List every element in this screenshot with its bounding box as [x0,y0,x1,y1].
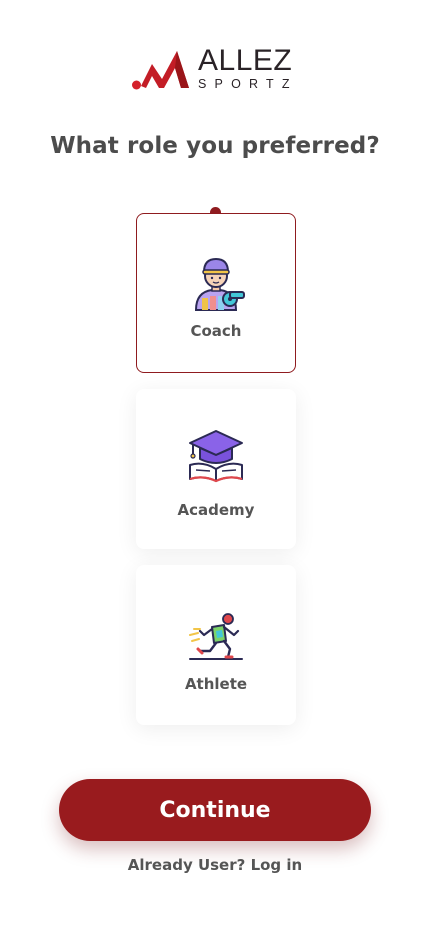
allez-logo-mark-icon [132,51,189,90]
role-card-academy[interactable]: Academy [136,389,296,549]
brand-name: ALLEZ [198,44,293,77]
role-label-athlete: Athlete [184,675,248,693]
graduation-cap-book-icon [189,430,243,483]
continue-button[interactable]: Continue [59,779,371,841]
role-label-coach: Coach [190,322,242,340]
coach-icon [194,257,245,311]
role-label-academy: Academy [177,501,255,519]
login-link[interactable]: Log in [251,856,303,874]
login-prompt-row: Already User? Log in [0,856,430,874]
role-card-athlete[interactable]: Athlete [136,565,296,725]
brand-logo: ALLEZ SPORTZ [132,46,302,94]
running-athlete-icon [189,613,243,660]
page-title: What role you preferred? [50,133,380,159]
already-user-text: Already User? [127,856,246,874]
brand-subname: SPORTZ [198,77,298,91]
role-selection-screen: ALLEZ SPORTZ What role you preferred? Co… [0,0,430,932]
role-card-coach[interactable]: Coach [136,213,296,373]
